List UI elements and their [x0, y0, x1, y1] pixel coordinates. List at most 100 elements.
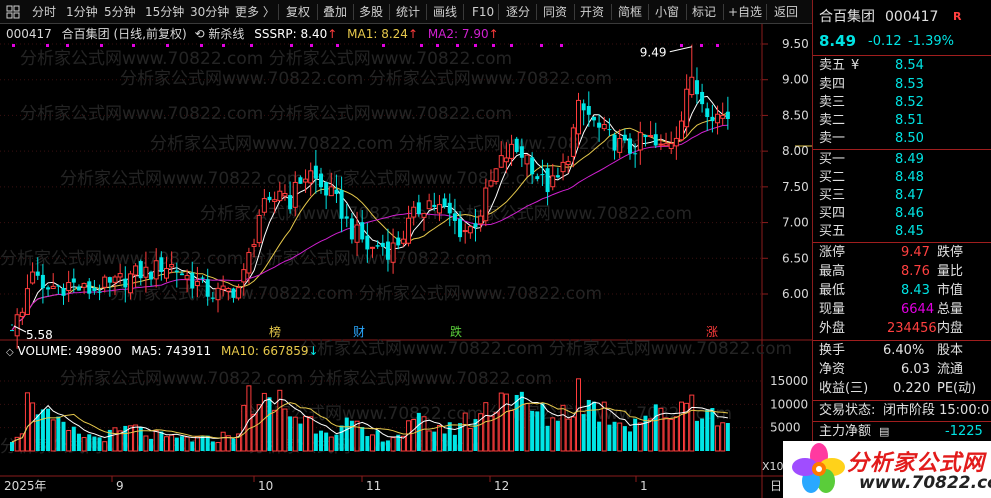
date-tick-label: 12	[494, 479, 509, 493]
event-marker-rise: 涨	[706, 324, 718, 339]
tab-30min[interactable]: 30分钟	[190, 0, 229, 24]
candle-body	[637, 132, 643, 151]
volume-bar	[261, 392, 267, 452]
site-logo: 分析家公式网 www.70822.com	[783, 441, 991, 498]
price-tick-label: 9.50	[782, 37, 809, 51]
volume-bar	[334, 434, 339, 451]
candle-body	[550, 175, 556, 188]
candle-body	[473, 223, 478, 228]
candle-body	[153, 260, 159, 280]
tab-5min[interactable]: 5分钟	[104, 0, 136, 24]
ma2-label: MA2:	[427, 27, 459, 41]
signal-dot	[66, 44, 69, 47]
indicator-name[interactable]: 新杀线	[208, 27, 244, 41]
period-label: (日线,前复权)	[113, 27, 187, 41]
add-watchlist-button[interactable]: +自选	[728, 0, 762, 24]
back-button[interactable]: 返回	[774, 0, 798, 24]
candle-body	[241, 269, 247, 283]
price-change: -0.12	[868, 34, 902, 49]
cycle-icon[interactable]: ⟲	[195, 27, 205, 41]
candle-body	[648, 134, 654, 137]
volume-bar	[87, 434, 92, 451]
volume-bar	[97, 437, 102, 451]
last-price: 8.49	[819, 32, 857, 50]
candle-body	[607, 129, 612, 131]
signal-dot	[510, 44, 513, 47]
volume-bar	[436, 424, 442, 452]
volume-tick-label: 15000	[770, 374, 808, 388]
doc-icon[interactable]: ▤	[879, 423, 889, 441]
logo-url: www.70822.com	[859, 473, 991, 493]
volume-bar	[313, 433, 318, 451]
volume-bar	[550, 417, 556, 452]
candle-body	[560, 161, 566, 173]
candle-body	[576, 99, 581, 135]
volume-bar	[380, 441, 385, 451]
volume-bar	[432, 431, 437, 451]
volume-bar	[509, 410, 515, 452]
overlay-button[interactable]: 叠加	[323, 0, 347, 24]
volume-bar	[467, 428, 473, 452]
tab-15min[interactable]: 15分钟	[145, 0, 184, 24]
candle-body	[277, 190, 283, 202]
candle-body	[71, 278, 76, 283]
volume-bar	[282, 408, 288, 452]
draw-line-button[interactable]: 画线	[433, 0, 457, 24]
same-capital-button[interactable]: 同资	[543, 0, 567, 24]
candle-body	[288, 195, 293, 210]
volume-bar	[447, 422, 452, 451]
candle-body	[668, 143, 674, 150]
volume-bar	[591, 401, 596, 451]
volume-bar	[40, 409, 45, 451]
volume-value: 498900	[75, 344, 122, 358]
per-minute-button[interactable]: 逐分	[506, 0, 530, 24]
grid-icon[interactable]	[6, 0, 24, 24]
simple-frame-button[interactable]: 简框	[618, 0, 642, 24]
candle-body	[46, 287, 51, 290]
price-tick-label: 8.50	[782, 108, 809, 122]
mark-button[interactable]: 标记	[692, 0, 716, 24]
volume-bar	[483, 402, 489, 452]
quote-panel: 合百集团 000417 R 8.49 -0.12 -1.39% 卖五 ¥ 8.5…	[812, 0, 991, 498]
bid1-label: 买一	[819, 152, 846, 167]
chart-area[interactable]: 分析家公式网www.70822.com 分析家公式网www.70822.com分…	[0, 24, 812, 498]
watermark-text: 分析家公式网www.70822.com 分析家公式网www.70822.com	[60, 369, 552, 389]
candle-body	[220, 285, 226, 290]
candle-body	[92, 287, 97, 291]
candle-body	[458, 218, 463, 238]
candle-body	[628, 138, 632, 154]
small-window-button[interactable]: 小窗	[655, 0, 679, 24]
signal-dot	[222, 44, 225, 47]
volume-bar	[194, 436, 200, 452]
multi-stock-button[interactable]: 多股	[359, 0, 383, 24]
signal-dot	[100, 44, 103, 47]
volume-bar	[715, 425, 721, 452]
volume-bar	[143, 435, 149, 452]
f10-button[interactable]: F10	[472, 0, 494, 24]
toolbar-divider	[766, 4, 767, 20]
toolbar-divider	[686, 4, 687, 20]
volume-bar	[298, 423, 303, 451]
open-capital-button[interactable]: 开资	[580, 0, 604, 24]
candle-body	[87, 281, 92, 294]
date-tick-label: 2025年	[4, 479, 47, 493]
volume-toggle-icon[interactable]: ◇	[6, 347, 14, 358]
tab-more[interactable]: 更多 〉	[235, 0, 275, 24]
tab-fenshi[interactable]: 分时	[32, 0, 56, 24]
signal-dot	[250, 44, 253, 47]
statistics-button[interactable]: 统计	[396, 0, 420, 24]
toolbar-divider	[389, 4, 390, 20]
ask5-label: 卖五	[819, 58, 846, 73]
stock-name: 合百集团	[61, 27, 110, 41]
tab-1min[interactable]: 1分钟	[66, 0, 98, 24]
float-label: 流通	[937, 362, 964, 377]
high-label: 最高	[819, 264, 846, 279]
main-flow-label[interactable]: 主力净额	[819, 423, 871, 441]
volume-bar	[628, 431, 632, 451]
nav-value: 6.03	[901, 362, 930, 377]
volume-bar	[179, 436, 184, 451]
restore-rights-button[interactable]: 复权	[286, 0, 310, 24]
event-marker-list: 榜	[269, 324, 281, 339]
limit-up-label: 涨停	[819, 245, 846, 260]
date-tick-label: 10	[258, 479, 273, 493]
